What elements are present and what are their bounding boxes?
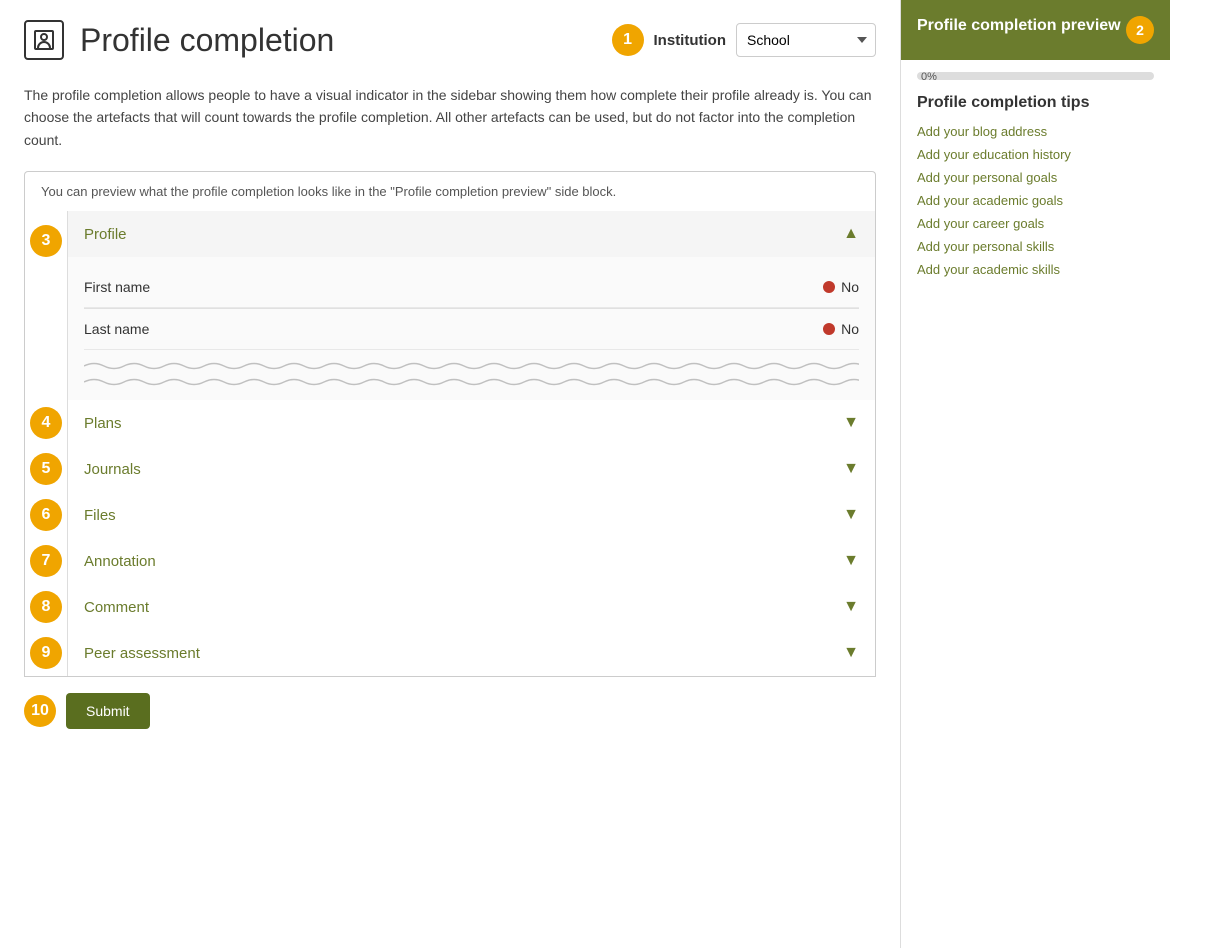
sidebar-title: Profile completion preview: [917, 16, 1121, 37]
first-name-control[interactable]: No: [823, 279, 859, 295]
journals-chevron-down-icon: ▼: [843, 460, 859, 478]
page-icon: [24, 20, 64, 60]
page-description: The profile completion allows people to …: [24, 84, 876, 151]
step-10-badge: 10: [24, 695, 56, 727]
profile-content: First name No Last name No: [68, 257, 875, 400]
wave-decoration-1: [84, 361, 859, 371]
last-name-label: Last name: [84, 321, 823, 337]
peer-assessment-accordion-header[interactable]: Peer assessment ▼: [68, 630, 875, 676]
step-1-badge: 1: [612, 24, 644, 56]
sidebar: Profile completion preview 2 0% Profile …: [900, 0, 1170, 948]
journals-accordion-header[interactable]: Journals ▼: [68, 446, 875, 492]
first-name-radio-dot: [823, 281, 835, 293]
plans-accordion-header[interactable]: Plans ▼: [68, 400, 875, 446]
profile-accordion-header[interactable]: Profile ▲: [68, 211, 875, 257]
last-name-radio-dot: [823, 323, 835, 335]
step-6-badge: 6: [30, 499, 62, 531]
files-section-label: Files: [84, 507, 116, 524]
tip-personal-goals[interactable]: Add your personal goals: [917, 170, 1154, 185]
files-accordion-header[interactable]: Files ▼: [68, 492, 875, 538]
files-chevron-down-icon: ▼: [843, 506, 859, 524]
profile-section-label: Profile: [84, 226, 127, 243]
step-9-badge: 9: [30, 637, 62, 669]
peer-assessment-section-label: Peer assessment: [84, 645, 200, 662]
sidebar-body: 0% Profile completion tips Add your blog…: [901, 60, 1170, 297]
journals-section-label: Journals: [84, 461, 141, 478]
first-name-value: No: [841, 279, 859, 295]
last-name-value: No: [841, 321, 859, 337]
last-name-row: Last name No: [84, 309, 859, 350]
comment-accordion-header[interactable]: Comment ▼: [68, 584, 875, 630]
sidebar-step-badge: 2: [1126, 16, 1154, 44]
preview-note: You can preview what the profile complet…: [24, 171, 876, 211]
annotation-chevron-down-icon: ▼: [843, 552, 859, 570]
annotation-accordion-header[interactable]: Annotation ▼: [68, 538, 875, 584]
progress-label: 0%: [921, 71, 937, 83]
comment-chevron-down-icon: ▼: [843, 598, 859, 616]
tip-blog-address[interactable]: Add your blog address: [917, 124, 1154, 139]
tip-career-goals[interactable]: Add your career goals: [917, 216, 1154, 231]
completion-title: Profile completion tips: [917, 94, 1154, 112]
progress-bar-container: [917, 72, 1154, 80]
step-3-badge: 3: [30, 225, 62, 257]
wave-decoration-2: [84, 377, 859, 387]
profile-chevron-up-icon: ▲: [843, 225, 859, 243]
annotation-section-label: Annotation: [84, 553, 156, 570]
first-name-label: First name: [84, 279, 823, 295]
page-title: Profile completion: [80, 22, 334, 59]
institution-select[interactable]: School Other Institution: [736, 23, 876, 57]
tip-academic-skills[interactable]: Add your academic skills: [917, 262, 1154, 277]
submit-button[interactable]: Submit: [66, 693, 150, 729]
peer-assessment-chevron-down-icon: ▼: [843, 644, 859, 662]
comment-section-label: Comment: [84, 599, 149, 616]
tip-academic-goals[interactable]: Add your academic goals: [917, 193, 1154, 208]
last-name-control[interactable]: No: [823, 321, 859, 337]
institution-label: Institution: [654, 32, 726, 49]
step-5-badge: 5: [30, 453, 62, 485]
plans-chevron-down-icon: ▼: [843, 414, 859, 432]
step-4-badge: 4: [30, 407, 62, 439]
tip-education-history[interactable]: Add your education history: [917, 147, 1154, 162]
plans-section-label: Plans: [84, 415, 122, 432]
tip-personal-skills[interactable]: Add your personal skills: [917, 239, 1154, 254]
sidebar-header: Profile completion preview 2: [901, 0, 1170, 60]
step-7-badge: 7: [30, 545, 62, 577]
step-8-badge: 8: [30, 591, 62, 623]
first-name-row: First name No: [84, 267, 859, 308]
